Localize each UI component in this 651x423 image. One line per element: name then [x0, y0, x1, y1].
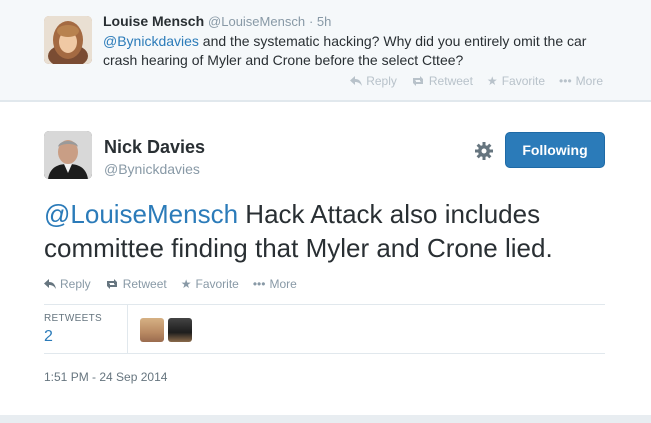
more-dots-icon: ••• — [559, 74, 572, 88]
tweet-stats: RETWEETS 2 — [44, 304, 605, 354]
reply-label: Reply — [60, 277, 91, 291]
avatar[interactable] — [44, 131, 92, 179]
nick-davies-avatar-image — [44, 131, 92, 179]
tweet-timestamp[interactable]: 1:51 PM - 24 Sep 2014 — [44, 370, 167, 384]
author-name[interactable]: Louise Mensch — [103, 13, 204, 29]
retweet-button[interactable]: Retweet — [105, 277, 167, 291]
retweeter-avatar[interactable] — [140, 318, 164, 342]
reply-button[interactable]: Reply — [350, 74, 397, 88]
retweet-label: Retweet — [428, 74, 473, 88]
retweets-label: RETWEETS — [44, 313, 102, 324]
gear-icon[interactable] — [474, 141, 494, 161]
tweet-text: @LouiseMensch Hack Attack also includes … — [44, 197, 624, 265]
retweets-count[interactable]: 2 — [44, 328, 53, 346]
more-label: More — [575, 74, 603, 88]
star-icon: ★ — [486, 74, 498, 88]
reply-button[interactable]: Reply — [44, 277, 91, 291]
favorite-label: Favorite — [195, 277, 239, 291]
stats-divider — [127, 305, 128, 353]
tweet-text: @Bynickdavies and the systematic hacking… — [103, 32, 613, 70]
author-name[interactable]: Nick Davies — [104, 137, 205, 158]
favorite-button[interactable]: ★ Favorite — [181, 277, 239, 291]
favorite-button[interactable]: ★ Favorite — [487, 74, 545, 88]
reply-icon — [44, 279, 56, 289]
following-button[interactable]: Following — [505, 132, 605, 168]
more-button[interactable]: ••• More — [559, 74, 603, 88]
mention-link[interactable]: @Bynickdavies — [103, 33, 199, 49]
author-handle[interactable]: @Bynickdavies — [104, 161, 200, 177]
avatar[interactable] — [44, 16, 92, 64]
retweet-label: Retweet — [122, 277, 167, 291]
louise-mensch-avatar-image — [44, 16, 92, 64]
mention-link[interactable]: @LouiseMensch — [44, 199, 238, 229]
main-tweet: Nick Davies @Bynickdavies Following @Lou… — [0, 101, 651, 423]
reply-label: Reply — [366, 74, 397, 88]
author-handle[interactable]: @LouiseMensch — [208, 14, 305, 29]
retweeter-avatar[interactable] — [168, 318, 192, 342]
retweet-icon — [106, 279, 117, 289]
tweet-time[interactable]: · 5h — [309, 14, 331, 29]
more-dots-icon: ••• — [252, 277, 266, 291]
more-button[interactable]: ••• More — [253, 277, 297, 291]
favorite-label: Favorite — [501, 74, 546, 88]
retweet-icon — [412, 76, 423, 86]
reply-icon — [350, 76, 363, 86]
reply-tweet[interactable]: Louise Mensch @LouiseMensch · 5h @Bynick… — [0, 0, 651, 101]
retweet-button[interactable]: Retweet — [411, 74, 473, 88]
tweet-actions: Reply Retweet ★ Favorite ••• More — [350, 74, 603, 88]
more-label: More — [269, 277, 297, 291]
tweet-actions: Reply Retweet ★ Favorite ••• More — [44, 277, 297, 291]
star-icon: ★ — [180, 277, 192, 291]
